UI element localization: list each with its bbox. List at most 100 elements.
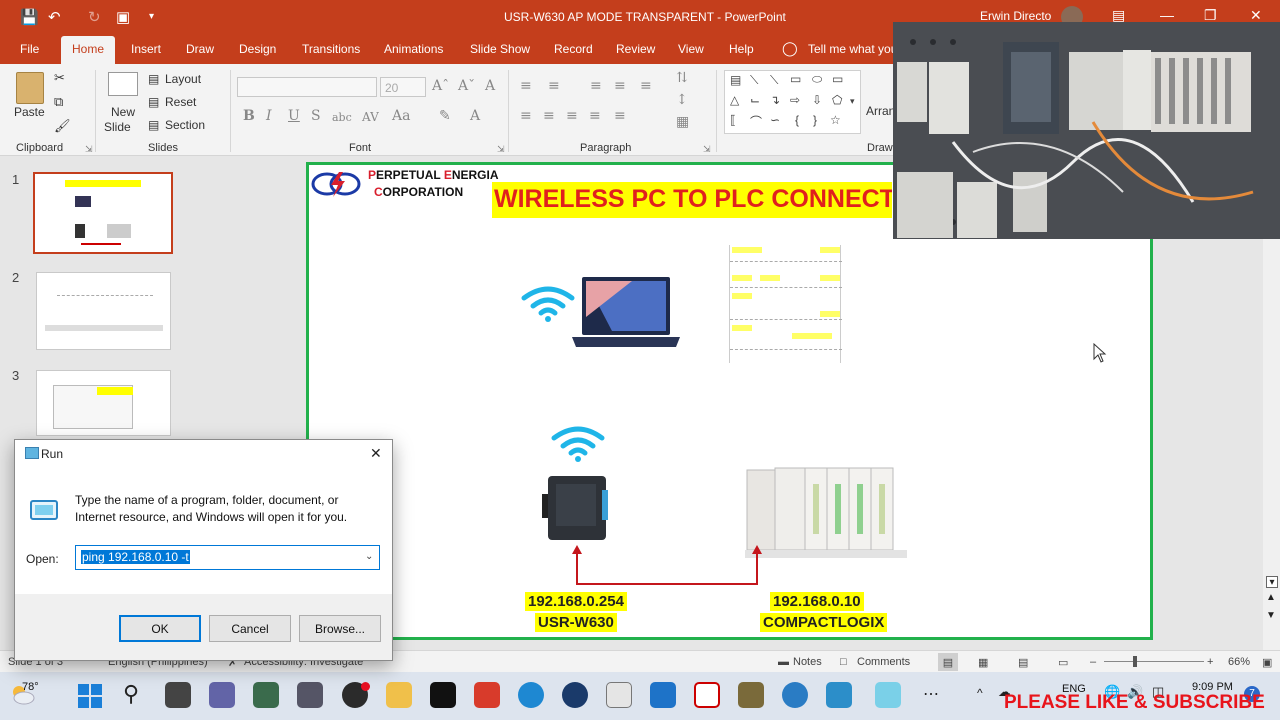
zoom-slider-thumb[interactable] (1133, 656, 1137, 667)
tools-icon[interactable] (738, 682, 764, 708)
zoom-level[interactable]: 66% (1228, 656, 1250, 668)
slide-sorter-icon[interactable]: ▦ (978, 656, 988, 669)
bullets-icon[interactable]: ≡ (520, 78, 532, 94)
align-right-icon[interactable]: ≡ (566, 108, 578, 124)
paragraph-launcher-icon[interactable]: ⇲ (703, 144, 711, 155)
align-center-icon[interactable]: ≡ (543, 108, 555, 124)
paste-button[interactable]: Paste (14, 105, 45, 119)
arc-shape-icon[interactable]: ⌒ (750, 113, 762, 130)
increase-indent-icon[interactable]: ≡ (614, 78, 626, 94)
file-explorer-icon[interactable] (386, 682, 412, 708)
slide-thumbnail-3[interactable] (36, 370, 171, 436)
tray-overflow-icon[interactable]: ^ (977, 686, 983, 700)
zoom-out-icon[interactable]: – (1090, 656, 1096, 668)
minimize-icon[interactable]: — (1160, 7, 1174, 23)
undo-icon[interactable]: ↶ (48, 8, 61, 26)
edge-icon[interactable] (518, 682, 544, 708)
network-app-icon[interactable] (253, 682, 279, 708)
clipboard-launcher-icon[interactable]: ⇲ (85, 144, 93, 155)
arrange-button[interactable]: Arran (866, 104, 895, 118)
task-view-icon[interactable] (165, 682, 191, 708)
store-icon[interactable] (650, 682, 676, 708)
shrink-font-icon[interactable]: Aˇ (458, 78, 475, 94)
browse-button[interactable]: Browse... (299, 615, 381, 642)
star-shape-icon[interactable]: ☆ (830, 113, 841, 127)
chevron-down-icon[interactable]: ⌄ (365, 551, 373, 562)
tab-file[interactable]: File (20, 42, 39, 56)
reading-view-icon[interactable]: ▤ (1018, 656, 1028, 669)
tab-transitions[interactable]: Transitions (302, 42, 360, 56)
zoom-slider[interactable] (1104, 661, 1204, 662)
copy-icon[interactable]: ⧉ (54, 94, 63, 110)
highlight-icon[interactable]: ✎ (439, 108, 451, 124)
layout-button[interactable]: Layout (165, 72, 201, 86)
rectangle-shape-icon[interactable]: ▭ (832, 72, 843, 86)
gallery-scroll-icon[interactable]: ▾ (850, 96, 855, 107)
open-combobox[interactable]: ping 192.168.0.10 -t ⌄ (75, 545, 380, 570)
windows-start-icon[interactable] (78, 684, 102, 708)
brace-shape-icon[interactable]: { (795, 113, 799, 127)
slide-title[interactable]: WIRELESS PC TO PLC CONNECTION (492, 182, 892, 218)
browser-icon[interactable] (782, 682, 808, 708)
section-button[interactable]: Section (165, 118, 205, 132)
grow-font-icon[interactable]: Aˆ (432, 78, 449, 94)
connector-icon[interactable]: ↴ (770, 93, 780, 107)
clear-format-icon[interactable]: A (485, 78, 495, 94)
notes-button[interactable]: Notes (793, 656, 822, 668)
bold-icon[interactable]: B (243, 108, 255, 124)
rectangle-shape-icon[interactable]: ▭ (790, 72, 801, 86)
run-taskbar-icon[interactable] (875, 682, 901, 708)
zoom-in-icon[interactable]: + (1207, 656, 1213, 668)
tab-view[interactable]: View (678, 42, 704, 56)
tab-home[interactable]: Home (61, 36, 116, 64)
underline-icon[interactable]: U (288, 108, 300, 124)
slide-thumbnail-2[interactable] (36, 272, 171, 350)
slideshow-view-icon[interactable]: ▭ (1058, 656, 1068, 669)
run-dialog-titlebar[interactable]: Run ✕ (15, 440, 392, 468)
fit-to-window-icon[interactable]: ▣ (1262, 656, 1272, 669)
scroll-down-icon[interactable]: ▾ (1266, 576, 1278, 588)
rslogix-icon[interactable] (694, 682, 720, 708)
previous-slide-icon[interactable]: ▲ (1266, 592, 1276, 603)
cut-icon[interactable]: ✂ (54, 70, 65, 86)
devices-app-icon[interactable] (297, 682, 323, 708)
font-name-box[interactable] (237, 77, 377, 97)
tab-slide-show[interactable]: Slide Show (470, 42, 530, 56)
numbering-icon[interactable]: ≡ (548, 78, 560, 94)
present-icon[interactable]: ▣ (116, 8, 130, 26)
customize-qat-icon[interactable]: ▾ (149, 11, 154, 22)
camera-app-icon[interactable] (562, 682, 588, 708)
arrow-right-shape-icon[interactable]: ⇨ (790, 93, 800, 107)
paste-icon[interactable] (16, 72, 44, 104)
tell-me-search[interactable]: Tell me what you (808, 42, 897, 56)
open-command-input[interactable]: ping 192.168.0.10 -t (81, 550, 190, 564)
columns-icon[interactable]: ≡ (614, 108, 626, 124)
normal-view-icon[interactable]: ▤ (938, 653, 958, 671)
brace-shape-icon[interactable]: } (813, 113, 817, 127)
teams-icon[interactable] (209, 682, 235, 708)
oval-shape-icon[interactable]: ⬭ (812, 72, 822, 87)
search-icon[interactable]: ⚲ (123, 681, 139, 707)
tab-animations[interactable]: Animations (384, 42, 443, 56)
text-direction-icon[interactable]: ⇅ (676, 70, 688, 86)
capcut-icon[interactable] (430, 682, 456, 708)
change-case-icon[interactable]: Aa (392, 108, 410, 124)
triangle-shape-icon[interactable]: △ (730, 93, 739, 107)
strikethrough-icon[interactable]: abc (332, 111, 352, 124)
italic-icon[interactable]: I (266, 108, 272, 124)
reset-button[interactable]: Reset (165, 95, 196, 109)
tab-insert[interactable]: Insert (131, 42, 161, 56)
more-apps-icon[interactable]: ⋯ (923, 684, 939, 704)
char-spacing-icon[interactable]: AV (362, 110, 379, 124)
redo-icon[interactable]: ↻ (88, 8, 101, 26)
format-painter-icon[interactable]: 🖌 (54, 118, 71, 134)
skype-icon[interactable] (826, 682, 852, 708)
powerpoint-alt-icon[interactable] (474, 682, 500, 708)
comments-button[interactable]: Comments (857, 656, 910, 668)
freeform-shape-icon[interactable]: ⟦ (730, 113, 736, 127)
arrow-down-shape-icon[interactable]: ⇩ (812, 93, 822, 107)
cancel-button[interactable]: Cancel (209, 615, 291, 642)
tab-design[interactable]: Design (239, 42, 276, 56)
tab-help[interactable]: Help (729, 42, 754, 56)
save-icon[interactable]: 💾 (20, 8, 39, 26)
